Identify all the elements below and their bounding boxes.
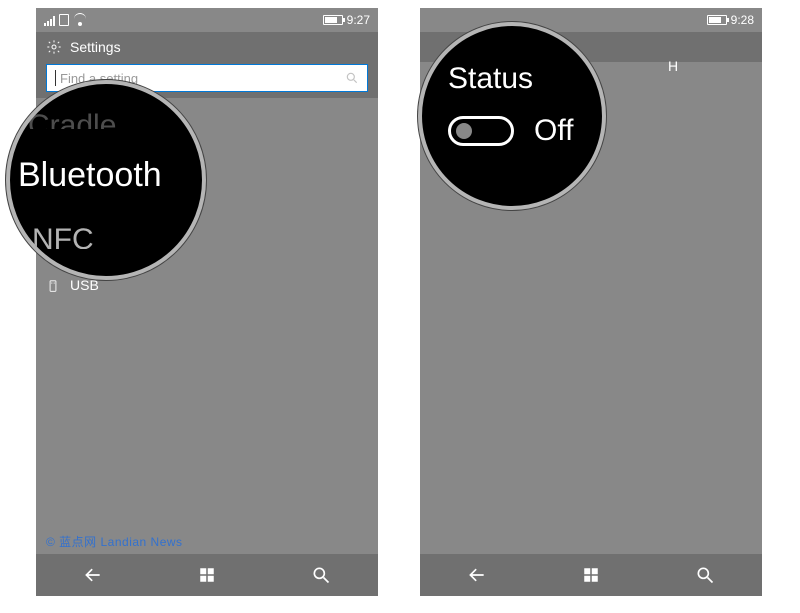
start-button[interactable] <box>579 563 603 587</box>
magnified-item-above: Cradle <box>10 109 202 129</box>
magnifier-right: Status Off <box>418 22 606 210</box>
toggle-knob <box>456 123 472 139</box>
page-title: Settings <box>70 39 121 55</box>
settings-header: Settings <box>36 32 378 62</box>
signal-icon <box>44 14 55 26</box>
clock: 9:28 <box>731 13 754 27</box>
back-button[interactable] <box>81 563 105 587</box>
nav-bar <box>420 554 762 596</box>
magnifier-left: Cradle Bluetooth NFC <box>6 80 206 280</box>
magnified-item-below: NFC <box>10 223 202 249</box>
header-title-fragment: H <box>668 58 678 74</box>
watermark: © 蓝点网 Landian News <box>46 533 183 550</box>
sim-icon <box>59 14 69 26</box>
nav-bar <box>36 554 378 596</box>
toggle-value: Off <box>534 114 573 148</box>
bluetooth-toggle[interactable] <box>448 116 514 146</box>
status-label: Status <box>448 62 533 96</box>
search-button[interactable] <box>693 563 717 587</box>
battery-icon <box>707 15 727 25</box>
back-button[interactable] <box>465 563 489 587</box>
clock: 9:27 <box>347 13 370 27</box>
usb-icon <box>46 278 60 292</box>
start-button[interactable] <box>195 563 219 587</box>
wifi-icon <box>73 14 87 26</box>
search-icon <box>345 71 359 85</box>
gear-icon <box>46 39 62 55</box>
magnified-item-bluetooth[interactable]: Bluetooth <box>10 129 202 222</box>
status-bar: 9:28 <box>420 8 762 32</box>
search-button[interactable] <box>309 563 333 587</box>
status-bar: 9:27 <box>36 8 378 32</box>
battery-icon <box>323 15 343 25</box>
